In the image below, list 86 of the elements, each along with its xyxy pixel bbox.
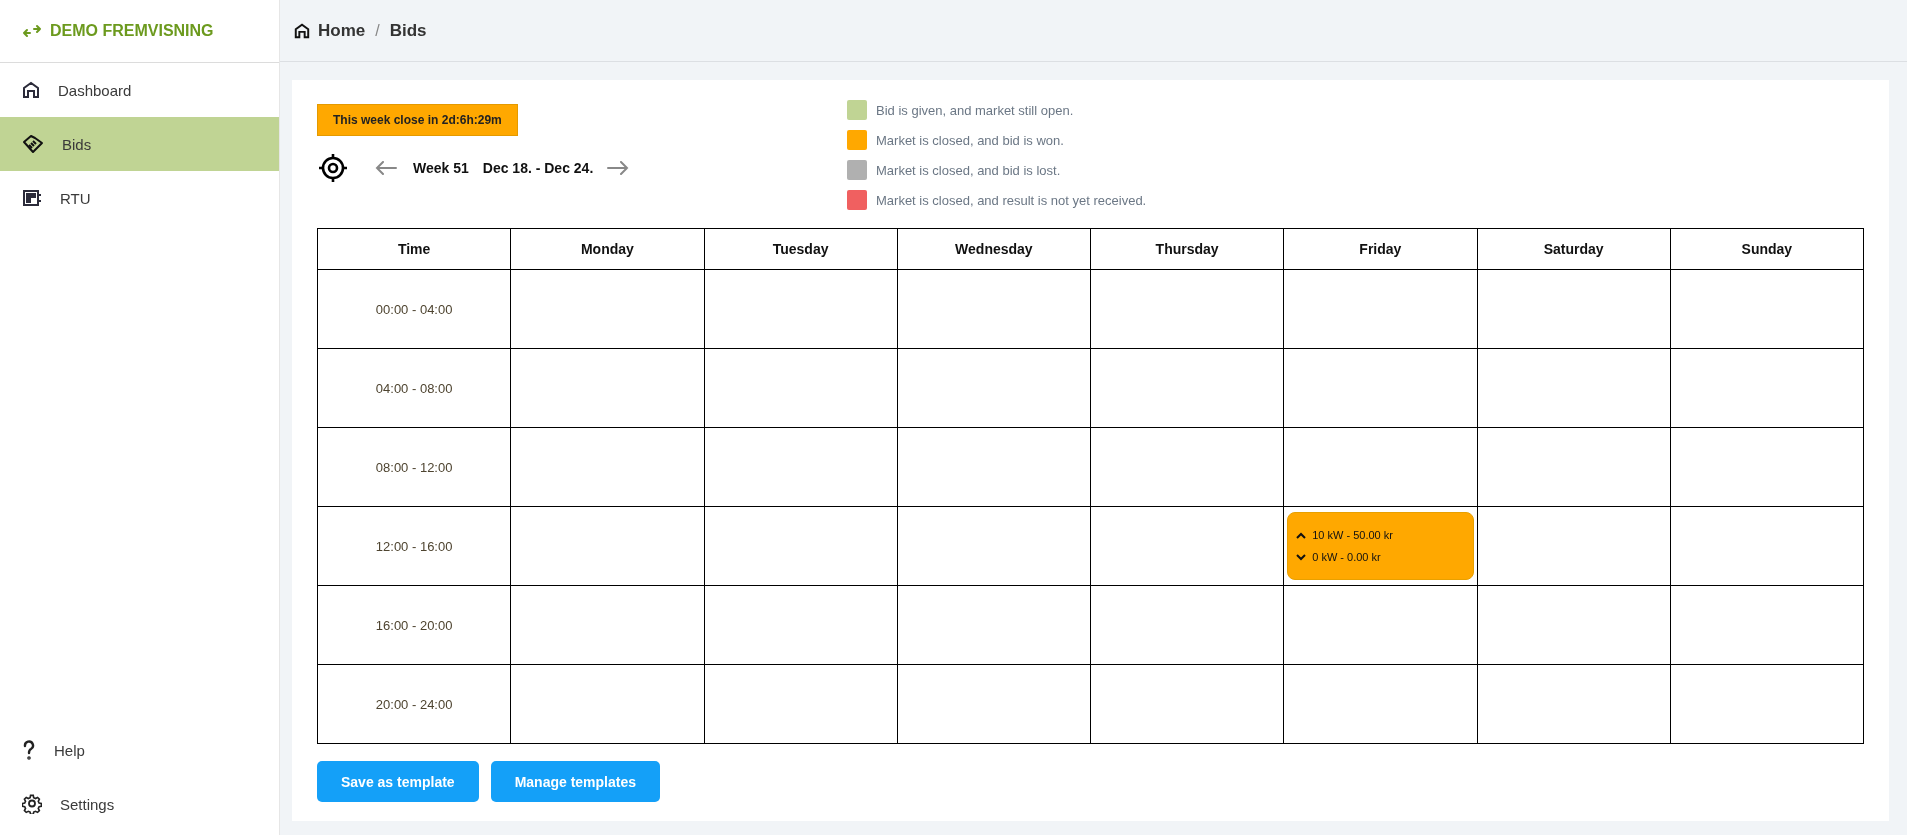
sidebar-item[interactable]: Help <box>0 723 279 777</box>
table-cell[interactable] <box>704 506 898 586</box>
column-header: Friday <box>1283 228 1477 270</box>
time-cell: 16:00 - 20:00 <box>317 585 511 665</box>
legend-label: Market is closed, and bid is lost. <box>876 162 1061 178</box>
column-header: Thursday <box>1090 228 1284 270</box>
sidebar-item[interactable]: Bids <box>0 117 279 171</box>
table-cell[interactable] <box>1090 664 1284 744</box>
bid-down-value: 0 kW - 0.00 kr <box>1312 551 1381 563</box>
table-cell[interactable] <box>1670 664 1864 744</box>
swap-arrows-icon <box>22 23 42 39</box>
table-cell[interactable] <box>897 664 1091 744</box>
time-cell: 00:00 - 04:00 <box>317 269 511 349</box>
column-header: Time <box>317 228 511 270</box>
table-cell[interactable] <box>1283 664 1477 744</box>
column-header: Sunday <box>1670 228 1864 270</box>
table-cell[interactable] <box>704 269 898 349</box>
right-arrow-icon[interactable] <box>607 161 630 175</box>
table-cell[interactable] <box>1283 269 1477 349</box>
breadcrumb-separator: / <box>374 21 381 40</box>
brand-title: DEMO FREMVISNING <box>50 22 214 40</box>
date-range: Dec 18. - Dec 24. <box>482 160 594 176</box>
time-cell: 08:00 - 12:00 <box>317 427 511 507</box>
board-icon <box>22 189 42 207</box>
crosshair-icon[interactable] <box>317 152 349 184</box>
table-cell[interactable] <box>1283 427 1477 507</box>
table-cell[interactable] <box>1477 427 1671 507</box>
home-icon <box>294 22 310 39</box>
table-cell[interactable] <box>1477 506 1671 586</box>
table-cell[interactable] <box>1477 348 1671 428</box>
table-cell[interactable] <box>510 506 704 586</box>
week-label: Week 51 <box>413 160 469 176</box>
table-cell[interactable] <box>897 348 1091 428</box>
sidebar-item[interactable]: Dashboard <box>0 63 279 117</box>
table-cell[interactable] <box>1090 506 1284 586</box>
table-cell[interactable] <box>1283 585 1477 665</box>
question-mark-icon <box>22 740 36 760</box>
table-cell[interactable] <box>704 664 898 744</box>
table-cell[interactable] <box>1090 348 1284 428</box>
chevron-up-icon <box>1296 531 1307 539</box>
table-cell[interactable] <box>1670 269 1864 349</box>
table-cell[interactable] <box>510 348 704 428</box>
home-icon <box>22 81 40 99</box>
time-cell: 04:00 - 08:00 <box>317 348 511 428</box>
table-cell[interactable] <box>510 664 704 744</box>
table-cell[interactable] <box>897 269 1091 349</box>
table-cell[interactable]: 10 kW - 50.00 kr 0 kW - 0.00 kr <box>1283 506 1477 586</box>
table-cell[interactable] <box>1477 664 1671 744</box>
legend-label: Market is closed, and result is not yet received. <box>876 192 1147 208</box>
settings-icon <box>22 794 42 814</box>
table-cell[interactable] <box>1283 348 1477 428</box>
sidebar-item[interactable]: Settings <box>0 777 279 831</box>
time-cell: 12:00 - 16:00 <box>317 506 511 586</box>
table-cell[interactable] <box>1477 269 1671 349</box>
table-cell[interactable] <box>1670 427 1864 507</box>
table-cell[interactable] <box>1090 427 1284 507</box>
table-cell[interactable] <box>1090 585 1284 665</box>
table-cell[interactable] <box>897 585 1091 665</box>
table-cell[interactable] <box>510 269 704 349</box>
left-arrow-icon[interactable] <box>375 161 397 175</box>
bid-up-value: 10 kW - 50.00 kr <box>1312 529 1393 541</box>
table-cell[interactable] <box>1670 585 1864 665</box>
table-cell[interactable] <box>1090 269 1284 349</box>
table-cell[interactable] <box>510 585 704 665</box>
table-cell[interactable] <box>704 427 898 507</box>
table-cell[interactable] <box>897 506 1091 586</box>
sidebar-item[interactable]: RTU <box>0 171 279 225</box>
column-header: Saturday <box>1477 228 1671 270</box>
table-cell[interactable] <box>704 585 898 665</box>
countdown-badge: This week close in 2d:6h:29m <box>317 104 518 136</box>
column-header: Monday <box>510 228 704 270</box>
breadcrumb-link[interactable]: Bids <box>389 20 427 41</box>
table-cell[interactable] <box>1477 585 1671 665</box>
legend-label: Bid is given, and market still open. <box>876 102 1074 118</box>
table-cell[interactable] <box>897 427 1091 507</box>
table-cell[interactable] <box>1670 506 1864 586</box>
table-cell[interactable] <box>510 427 704 507</box>
bid-card[interactable]: 10 kW - 50.00 kr 0 kW - 0.00 kr <box>1287 512 1474 580</box>
breadcrumb-link[interactable]: Home <box>318 20 366 41</box>
table-cell[interactable] <box>1670 348 1864 428</box>
table-cell[interactable] <box>704 348 898 428</box>
legend-label: Market is closed, and bid is won. <box>876 132 1064 148</box>
time-cell: 20:00 - 24:00 <box>317 664 511 744</box>
column-header: Tuesday <box>704 228 898 270</box>
column-header: Wednesday <box>897 228 1091 270</box>
chevron-down-icon <box>1296 553 1307 561</box>
